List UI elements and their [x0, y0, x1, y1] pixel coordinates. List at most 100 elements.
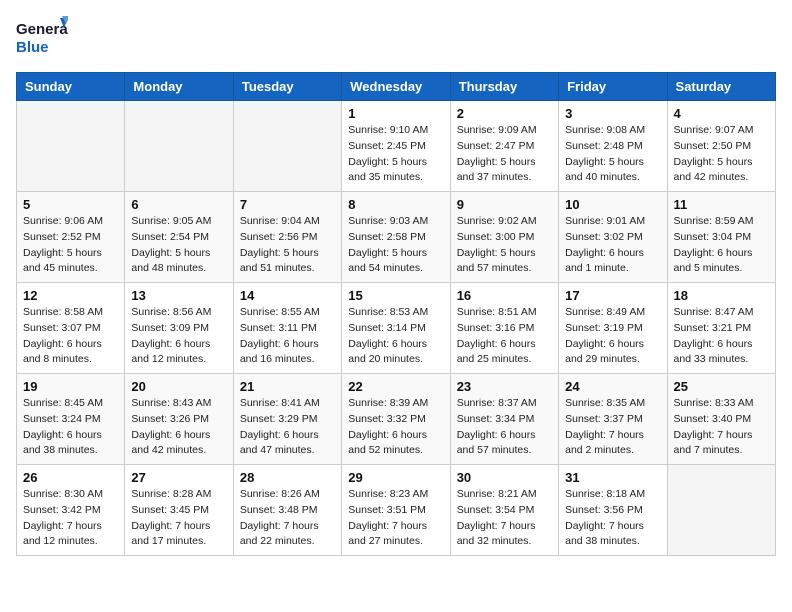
day-number: 3	[565, 106, 660, 121]
calendar-cell: 26 Sunrise: 8:30 AM Sunset: 3:42 PM Dayli…	[17, 465, 125, 556]
day-of-week-header: Saturday	[667, 73, 775, 101]
calendar-cell: 25 Sunrise: 8:33 AM Sunset: 3:40 PM Dayli…	[667, 374, 775, 465]
day-number: 7	[240, 197, 335, 212]
day-info: Sunrise: 8:56 AM Sunset: 3:09 PM Dayligh…	[131, 305, 226, 368]
day-info: Sunrise: 9:03 AM Sunset: 2:58 PM Dayligh…	[348, 214, 443, 277]
calendar-cell: 30Sunrise: 8:21 AM Sunset: 3:54 PM Dayli…	[450, 465, 558, 556]
calendar-cell: 5 Sunrise: 9:06 AM Sunset: 2:52 PM Daylig…	[17, 192, 125, 283]
day-info: Sunrise: 8:26 AM Sunset: 3:48 PM Dayligh…	[240, 487, 335, 550]
day-number: 11	[674, 197, 769, 212]
page-header: General Blue	[16, 16, 776, 60]
calendar-cell: 1 Sunrise: 9:10 AM Sunset: 2:45 PM Daylig…	[342, 101, 450, 192]
day-number: 24	[565, 379, 660, 394]
day-number: 5	[23, 197, 118, 212]
calendar-cell: 29 Sunrise: 8:23 AM Sunset: 3:51 PM Dayli…	[342, 465, 450, 556]
day-info: Sunrise: 8:55 AM Sunset: 3:11 PM Dayligh…	[240, 305, 335, 368]
day-number: 17	[565, 288, 660, 303]
calendar-cell: 2 Sunrise: 9:09 AM Sunset: 2:47 PM Daylig…	[450, 101, 558, 192]
calendar-cell: 20 Sunrise: 8:43 AM Sunset: 3:26 PM Dayli…	[125, 374, 233, 465]
calendar-cell: 17 Sunrise: 8:49 AM Sunset: 3:19 PM Dayli…	[559, 283, 667, 374]
day-number: 20	[131, 379, 226, 394]
day-info: Sunrise: 8:59 AM Sunset: 3:04 PM Dayligh…	[674, 214, 769, 277]
day-of-week-header: Tuesday	[233, 73, 341, 101]
logo: General Blue	[16, 16, 68, 60]
day-info: Sunrise: 8:41 AM Sunset: 3:29 PM Dayligh…	[240, 396, 335, 459]
svg-text:General: General	[16, 21, 68, 38]
day-of-week-header: Friday	[559, 73, 667, 101]
calendar-cell: 24 Sunrise: 8:35 AM Sunset: 3:37 PM Dayli…	[559, 374, 667, 465]
day-info: Sunrise: 9:08 AM Sunset: 2:48 PM Dayligh…	[565, 123, 660, 186]
calendar-week-row: 1 Sunrise: 9:10 AM Sunset: 2:45 PM Daylig…	[17, 101, 776, 192]
calendar-cell	[17, 101, 125, 192]
day-number: 18	[674, 288, 769, 303]
day-info: Sunrise: 8:45 AM Sunset: 3:24 PM Dayligh…	[23, 396, 118, 459]
day-number: 21	[240, 379, 335, 394]
day-of-week-header: Sunday	[17, 73, 125, 101]
calendar-cell: 4Sunrise: 9:07 AM Sunset: 2:50 PM Daylig…	[667, 101, 775, 192]
calendar-cell: 21 Sunrise: 8:41 AM Sunset: 3:29 PM Dayli…	[233, 374, 341, 465]
day-number: 14	[240, 288, 335, 303]
calendar-cell: 28 Sunrise: 8:26 AM Sunset: 3:48 PM Dayli…	[233, 465, 341, 556]
day-of-week-header: Wednesday	[342, 73, 450, 101]
day-info: Sunrise: 9:01 AM Sunset: 3:02 PM Dayligh…	[565, 214, 660, 277]
calendar-cell: 9Sunrise: 9:02 AM Sunset: 3:00 PM Daylig…	[450, 192, 558, 283]
day-number: 30	[457, 470, 552, 485]
day-number: 28	[240, 470, 335, 485]
day-number: 19	[23, 379, 118, 394]
calendar-cell: 8 Sunrise: 9:03 AM Sunset: 2:58 PM Daylig…	[342, 192, 450, 283]
day-info: Sunrise: 8:18 AM Sunset: 3:56 PM Dayligh…	[565, 487, 660, 550]
day-info: Sunrise: 8:30 AM Sunset: 3:42 PM Dayligh…	[23, 487, 118, 550]
day-number: 16	[457, 288, 552, 303]
calendar-cell: 16 Sunrise: 8:51 AM Sunset: 3:16 PM Dayli…	[450, 283, 558, 374]
day-number: 1	[348, 106, 443, 121]
day-number: 27	[131, 470, 226, 485]
calendar-header-row: SundayMondayTuesdayWednesdayThursdayFrid…	[17, 73, 776, 101]
day-info: Sunrise: 9:10 AM Sunset: 2:45 PM Dayligh…	[348, 123, 443, 186]
day-number: 8	[348, 197, 443, 212]
day-info: Sunrise: 9:06 AM Sunset: 2:52 PM Dayligh…	[23, 214, 118, 277]
day-info: Sunrise: 8:35 AM Sunset: 3:37 PM Dayligh…	[565, 396, 660, 459]
calendar-cell: 13 Sunrise: 8:56 AM Sunset: 3:09 PM Dayli…	[125, 283, 233, 374]
day-info: Sunrise: 8:51 AM Sunset: 3:16 PM Dayligh…	[457, 305, 552, 368]
calendar-cell: 7Sunrise: 9:04 AM Sunset: 2:56 PM Daylig…	[233, 192, 341, 283]
day-number: 15	[348, 288, 443, 303]
day-info: Sunrise: 9:09 AM Sunset: 2:47 PM Dayligh…	[457, 123, 552, 186]
calendar-cell	[233, 101, 341, 192]
day-info: Sunrise: 8:23 AM Sunset: 3:51 PM Dayligh…	[348, 487, 443, 550]
day-info: Sunrise: 8:39 AM Sunset: 3:32 PM Dayligh…	[348, 396, 443, 459]
day-number: 29	[348, 470, 443, 485]
calendar-cell: 27 Sunrise: 8:28 AM Sunset: 3:45 PM Dayli…	[125, 465, 233, 556]
calendar-cell	[667, 465, 775, 556]
day-info: Sunrise: 9:07 AM Sunset: 2:50 PM Dayligh…	[674, 123, 769, 186]
calendar-cell: 18Sunrise: 8:47 AM Sunset: 3:21 PM Dayli…	[667, 283, 775, 374]
calendar-cell: 10 Sunrise: 9:01 AM Sunset: 3:02 PM Dayli…	[559, 192, 667, 283]
calendar-week-row: 19 Sunrise: 8:45 AM Sunset: 3:24 PM Dayli…	[17, 374, 776, 465]
day-number: 2	[457, 106, 552, 121]
day-number: 22	[348, 379, 443, 394]
day-number: 26	[23, 470, 118, 485]
day-info: Sunrise: 8:28 AM Sunset: 3:45 PM Dayligh…	[131, 487, 226, 550]
day-info: Sunrise: 8:33 AM Sunset: 3:40 PM Dayligh…	[674, 396, 769, 459]
calendar-cell: 19 Sunrise: 8:45 AM Sunset: 3:24 PM Dayli…	[17, 374, 125, 465]
day-of-week-header: Monday	[125, 73, 233, 101]
calendar-week-row: 12 Sunrise: 8:58 AM Sunset: 3:07 PM Dayli…	[17, 283, 776, 374]
day-number: 31	[565, 470, 660, 485]
day-number: 10	[565, 197, 660, 212]
day-info: Sunrise: 8:53 AM Sunset: 3:14 PM Dayligh…	[348, 305, 443, 368]
day-info: Sunrise: 8:43 AM Sunset: 3:26 PM Dayligh…	[131, 396, 226, 459]
calendar-cell	[125, 101, 233, 192]
calendar-cell: 11 Sunrise: 8:59 AM Sunset: 3:04 PM Dayli…	[667, 192, 775, 283]
logo-icon: General Blue	[16, 16, 68, 60]
calendar-cell: 22 Sunrise: 8:39 AM Sunset: 3:32 PM Dayli…	[342, 374, 450, 465]
day-number: 12	[23, 288, 118, 303]
day-of-week-header: Thursday	[450, 73, 558, 101]
calendar-cell: 15 Sunrise: 8:53 AM Sunset: 3:14 PM Dayli…	[342, 283, 450, 374]
calendar-cell: 12 Sunrise: 8:58 AM Sunset: 3:07 PM Dayli…	[17, 283, 125, 374]
day-number: 25	[674, 379, 769, 394]
day-info: Sunrise: 8:49 AM Sunset: 3:19 PM Dayligh…	[565, 305, 660, 368]
calendar-cell: 14 Sunrise: 8:55 AM Sunset: 3:11 PM Dayli…	[233, 283, 341, 374]
day-number: 13	[131, 288, 226, 303]
calendar-cell: 6Sunrise: 9:05 AM Sunset: 2:54 PM Daylig…	[125, 192, 233, 283]
day-info: Sunrise: 8:58 AM Sunset: 3:07 PM Dayligh…	[23, 305, 118, 368]
calendar-cell: 3 Sunrise: 9:08 AM Sunset: 2:48 PM Daylig…	[559, 101, 667, 192]
